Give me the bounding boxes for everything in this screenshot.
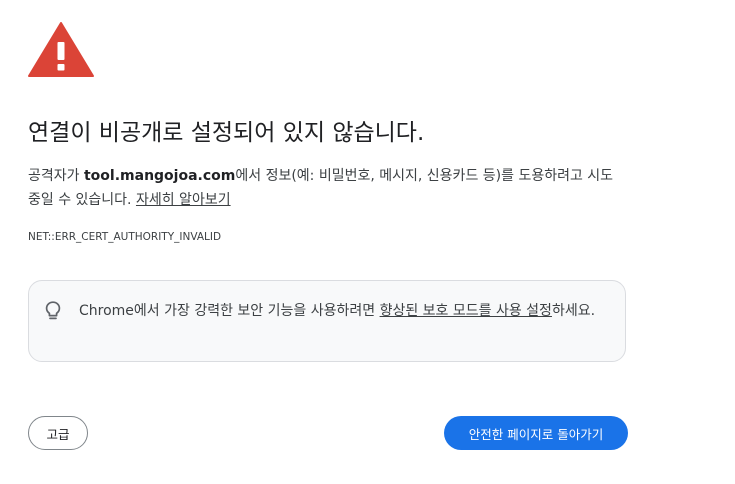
site-domain: tool.mangojoa.com <box>83 168 236 184</box>
advanced-button[interactable]: 고급 <box>28 416 88 450</box>
page-title: 연결이 비공개로 설정되어 있지 않습니다. <box>28 120 425 146</box>
back-to-safety-button[interactable]: 안전한 페이지로 돌아가기 <box>444 416 628 450</box>
error-code: NET::ERR_CERT_AUTHORITY_INVALID <box>28 231 222 243</box>
enhanced-text-prefix: Chrome에서 가장 강력한 보안 기능을 사용하려면 <box>79 303 380 319</box>
learn-more-link[interactable]: 자세히 알아보기 <box>136 192 231 208</box>
security-interstitial-page: 연결이 비공개로 설정되어 있지 않습니다. 공격자가 tool.mangojo… <box>0 0 735 484</box>
enhanced-protection-callout: Chrome에서 가장 강력한 보안 기능을 사용하려면 향상된 보호 모드를 … <box>28 280 626 362</box>
error-description: 공격자가 tool.mangojoa.com에서 정보(예: 비밀번호, 메시지… <box>28 164 628 212</box>
warning-triangle-icon <box>28 22 94 77</box>
enhanced-protection-text: Chrome에서 가장 강력한 보안 기능을 사용하려면 향상된 보호 모드를 … <box>79 299 619 323</box>
lightbulb-icon <box>45 301 61 320</box>
enable-enhanced-protection-link[interactable]: 향상된 보호 모드를 사용 설정 <box>380 303 552 319</box>
enhanced-text-suffix: 하세요. <box>551 303 596 319</box>
description-prefix: 공격자가 <box>28 168 84 184</box>
